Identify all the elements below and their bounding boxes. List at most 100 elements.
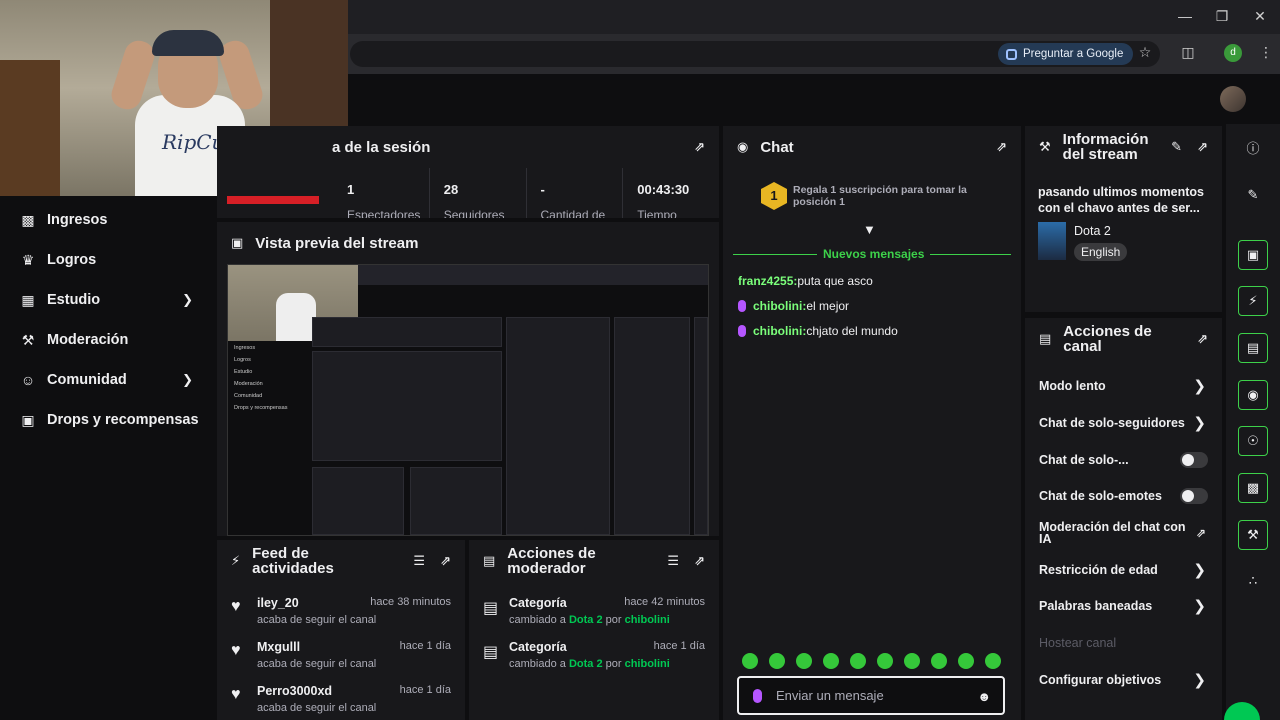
emote-icon[interactable]	[931, 653, 947, 669]
mod-action-item[interactable]: ▤ Categoría cambiado a Dota 2 por chibol…	[469, 634, 719, 678]
action-ai-moderation[interactable]: Moderación del chat con IA ⇗	[1025, 515, 1222, 552]
emote-icon[interactable]	[823, 653, 839, 669]
user-avatar[interactable]	[1220, 86, 1246, 112]
activity-feed-panel: ⚡ Feed de actividades ☰ ⇗ ♥ iley_20 acab…	[217, 540, 465, 720]
preview-video-block	[312, 351, 502, 461]
action-label: Moderación del chat con IA	[1039, 520, 1186, 547]
chat-username[interactable]: chibolini	[753, 299, 802, 313]
category-name[interactable]: Dota 2	[1074, 224, 1111, 238]
close-window-icon[interactable]: ✕	[1250, 8, 1270, 25]
emote-icon[interactable]	[958, 653, 974, 669]
chat-username[interactable]: chibolini	[753, 324, 802, 338]
stat-label: Cantidad de	[540, 208, 606, 218]
broadcast-icon[interactable]: ☉	[1238, 426, 1268, 456]
sidebar-item-ingresos[interactable]: ▩ Ingresos	[0, 200, 215, 240]
collapse-icon[interactable]: ▼	[863, 222, 876, 237]
sidebar-item-comunidad[interactable]: ☺ Comunidad ❯	[0, 360, 215, 400]
sidebar-item-label: Estudio	[47, 292, 101, 308]
lightning-icon[interactable]: ⚡	[1238, 286, 1268, 316]
feed-item[interactable]: ♥ iley_20 acaba de seguir el canal hace …	[217, 590, 465, 634]
emote-icon[interactable]	[850, 653, 866, 669]
cap	[152, 30, 224, 56]
stream-preview-video[interactable]: Ingresos Logros Estudio Moderación Comunidad…	[227, 264, 709, 536]
stat-time: 00:43:30 Tiempo	[623, 168, 719, 218]
stream-info-panel: ⚒ Información del stream ✎ ⇗ pasando ult…	[1025, 126, 1222, 312]
popout-icon[interactable]: ⇗	[1197, 139, 1208, 155]
stat-label: Espectadores	[347, 208, 421, 218]
sidebar-item-estudio[interactable]: ▦ Estudio ❯	[0, 280, 215, 320]
wrench-icon[interactable]: ⚒	[1238, 520, 1268, 550]
feed-sub: acaba de seguir el canal	[257, 658, 377, 670]
popout-icon[interactable]: ⇗	[694, 553, 705, 569]
wrench-icon: ⚒	[21, 332, 35, 348]
heart-icon: ♥	[231, 598, 241, 615]
share-dots-icon[interactable]: ∴	[1238, 566, 1268, 596]
popout-icon[interactable]: ⇗	[1197, 331, 1208, 347]
popout-icon[interactable]: ⇗	[996, 139, 1007, 155]
mic-icon	[753, 688, 762, 703]
bookmark-star-icon[interactable]: ☆	[1135, 44, 1155, 61]
extensions-icon[interactable]: ◫	[1178, 44, 1198, 61]
browser-profile-avatar[interactable]: d	[1224, 44, 1242, 62]
restore-icon[interactable]: ❐	[1212, 8, 1232, 25]
sidebar-nav: ▩ Ingresos ♛ Logros ▦ Estudio ❯ ⚒ Modera…	[0, 200, 215, 440]
chat-bubble-icon[interactable]: ◉	[1238, 380, 1268, 410]
feed-item[interactable]: ♥ Mxgulll acaba de seguir el canal hace …	[217, 634, 465, 678]
raid-icon[interactable]: ▩	[1238, 473, 1268, 503]
preview-rail-block	[694, 317, 708, 535]
minimize-icon[interactable]: —	[1175, 8, 1195, 24]
chat-title: Chat	[760, 138, 794, 156]
chat-message[interactable]: chibolini: el mejor	[738, 299, 1008, 313]
lightning-icon: ⚡	[231, 553, 241, 568]
community-icon: ☺	[20, 372, 36, 388]
subs-only-toggle[interactable]	[1180, 451, 1208, 468]
ask-google-button[interactable]: Preguntar a Google	[998, 43, 1134, 65]
external-link-icon: ⇗	[1195, 526, 1206, 541]
action-set-goals[interactable]: Configurar objetivos ❯	[1025, 662, 1222, 699]
chat-message[interactable]: chibolini: chjato del mundo	[738, 324, 1008, 338]
browser-menu-icon[interactable]: ⋮	[1256, 44, 1276, 61]
action-followers-only[interactable]: Chat de solo-seguidores ❯	[1025, 405, 1222, 442]
action-banned-words[interactable]: Palabras baneadas ❯	[1025, 588, 1222, 625]
emote-icon[interactable]	[742, 653, 758, 669]
emotes-only-toggle[interactable]	[1180, 488, 1208, 505]
chevron-right-icon: ❯	[1193, 671, 1206, 689]
sidebar-item-drops[interactable]: ▣ Drops y recompensas	[0, 400, 215, 440]
emote-icon[interactable]	[985, 653, 1001, 669]
popout-icon[interactable]: ⇗	[440, 553, 451, 569]
sidebar-item-label: Ingresos	[47, 212, 108, 228]
info-icon[interactable]: ⓘ	[1238, 132, 1268, 162]
chat-message-input[interactable]: Enviar un mensaje ☻	[737, 676, 1005, 715]
sidebar-item-logros[interactable]: ♛ Logros	[0, 240, 215, 280]
preview-session-block	[312, 317, 502, 347]
edit-pencil-icon[interactable]: ✎	[1171, 139, 1182, 155]
emote-icon[interactable]	[877, 653, 893, 669]
action-label: Configurar objetivos	[1039, 672, 1162, 687]
edit-pencil-icon[interactable]: ✎	[1238, 180, 1268, 210]
action-slow-mode[interactable]: Modo lento ❯	[1025, 368, 1222, 405]
feed-item[interactable]: ♥ Perro3000xd acaba de seguir el canal h…	[217, 678, 465, 720]
chat-username[interactable]: franz4255	[738, 274, 793, 288]
emote-icon[interactable]	[904, 653, 920, 669]
stream-title[interactable]: pasando ultimos momentos con el chavo an…	[1038, 184, 1210, 216]
preview-feed-block	[312, 467, 404, 535]
popout-icon[interactable]: ⇗	[694, 139, 705, 155]
mic-badge-icon	[738, 325, 746, 337]
sidebar-item-moderacion[interactable]: ⚒ Moderación	[0, 320, 215, 360]
note-icon[interactable]: ▤	[1238, 333, 1268, 363]
mod-action-item[interactable]: ▤ Categoría cambiado a Dota 2 por chibol…	[469, 590, 719, 634]
chat-message[interactable]: franz4255: puta que asco	[738, 274, 1008, 288]
emote-icon[interactable]	[769, 653, 785, 669]
gift-text[interactable]: Regala 1 suscripción para tomar la posic…	[793, 184, 983, 208]
filter-icon[interactable]: ☰	[667, 553, 679, 569]
action-age-restriction[interactable]: Restricción de edad ❯	[1025, 551, 1222, 588]
language-tag[interactable]: English	[1074, 243, 1128, 261]
mod-actions-panel: ▤ Acciones de moderador ☰ ⇗ ▤ Categoría …	[469, 540, 719, 720]
stat-viewers: 1 Espectadores	[217, 168, 430, 218]
sidebar-item-label: Comunidad	[47, 372, 127, 388]
bookshelf	[0, 60, 60, 196]
filter-icon[interactable]: ☰	[413, 553, 425, 569]
clip-icon[interactable]: ▣	[1238, 240, 1268, 270]
emote-icon[interactable]	[796, 653, 812, 669]
emoji-icon[interactable]: ☻	[977, 689, 991, 704]
